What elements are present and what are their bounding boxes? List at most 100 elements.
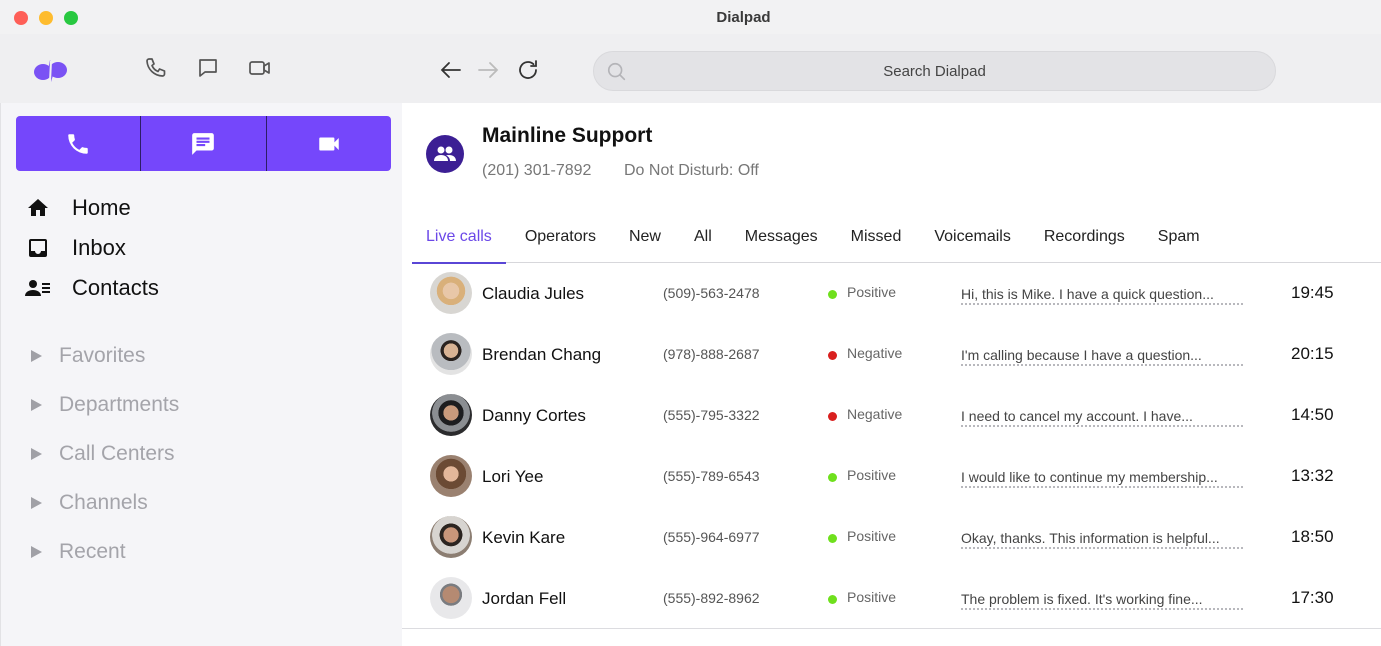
title-bar: Dialpad xyxy=(0,0,1381,34)
sidebar-item-inbox[interactable]: Inbox xyxy=(1,228,402,268)
sidebar-group-label: Departments xyxy=(59,392,180,416)
sidebar-item-contacts[interactable]: Contacts xyxy=(1,268,402,308)
call-duration: 19:45 xyxy=(1291,283,1334,302)
sidebar-group-label: Channels xyxy=(59,490,148,514)
avatar xyxy=(430,516,472,558)
sidebar-group-favorites[interactable]: Favorites xyxy=(1,331,402,380)
sentiment-label: Negative xyxy=(847,406,903,422)
home-icon xyxy=(25,195,51,221)
caller-name: Claudia Jules xyxy=(482,284,585,303)
message-button[interactable] xyxy=(140,116,265,171)
caret-right-icon xyxy=(31,545,42,558)
search-icon xyxy=(607,62,626,81)
avatar xyxy=(430,333,472,375)
do-not-disturb-status[interactable]: Do Not Disturb: Off xyxy=(624,162,759,180)
sidebar-group-label: Recent xyxy=(59,539,126,563)
call-row[interactable]: Danny Cortes (555)-795-3322 Negative I n… xyxy=(402,385,1381,446)
call-row[interactable]: Claudia Jules (509)-563-2478 Positive Hi… xyxy=(402,263,1381,324)
sidebar-item-label: Inbox xyxy=(72,235,126,260)
phone-icon xyxy=(68,133,88,154)
tab-recordings[interactable]: Recordings xyxy=(1030,216,1139,263)
call-button[interactable] xyxy=(16,116,140,171)
caret-right-icon xyxy=(31,398,42,411)
transcript-snippet[interactable]: I would like to continue my membership..… xyxy=(961,469,1243,488)
caret-right-icon xyxy=(31,447,42,460)
call-row[interactable]: Kevin Kare (555)-964-6977 Positive Okay,… xyxy=(402,507,1381,568)
caller-phone: (555)-892-8962 xyxy=(663,590,760,606)
list-divider xyxy=(402,628,1381,629)
forward-arrow-icon[interactable] xyxy=(476,58,500,82)
transcript-snippet[interactable]: Okay, thanks. This information is helpfu… xyxy=(961,530,1243,549)
sidebar-group-call-centers[interactable]: Call Centers xyxy=(1,429,402,478)
transcript-snippet[interactable]: Hi, this is Mike. I have a quick questio… xyxy=(961,286,1243,305)
sentiment-label: Negative xyxy=(847,345,903,361)
sidebar-item-label: Contacts xyxy=(72,275,159,300)
refresh-icon[interactable] xyxy=(516,58,540,82)
search-input[interactable] xyxy=(634,52,1235,90)
tab-spam[interactable]: Spam xyxy=(1144,216,1214,263)
call-row[interactable]: Jordan Fell (555)-892-8962 Positive The … xyxy=(402,568,1381,629)
tab-missed[interactable]: Missed xyxy=(837,216,916,263)
avatar xyxy=(430,272,472,314)
tab-operators[interactable]: Operators xyxy=(511,216,610,263)
video-button[interactable] xyxy=(265,116,391,171)
sentiment-dot xyxy=(828,412,837,421)
transcript-snippet[interactable]: The problem is fixed. It's working fine.… xyxy=(961,591,1243,610)
caret-right-icon xyxy=(31,496,42,509)
message-icon xyxy=(192,132,215,155)
sentiment-dot xyxy=(828,534,837,543)
transcript-snippet[interactable]: I need to cancel my account. I have... xyxy=(961,408,1243,427)
sidebar-group-recent[interactable]: Recent xyxy=(1,527,402,576)
video-icon[interactable] xyxy=(248,56,272,80)
live-calls-list: Claudia Jules (509)-563-2478 Positive Hi… xyxy=(402,263,1381,629)
search-bar[interactable] xyxy=(593,51,1276,91)
call-duration: 13:32 xyxy=(1291,466,1334,485)
call-row[interactable]: Brendan Chang (978)-888-2687 Negative I'… xyxy=(402,324,1381,385)
sentiment-dot xyxy=(828,473,837,482)
sidebar-item-home[interactable]: Home xyxy=(1,188,402,228)
caller-phone: (509)-563-2478 xyxy=(663,285,760,301)
sidebar-item-label: Home xyxy=(72,195,131,220)
call-row[interactable]: Lori Yee (555)-789-6543 Positive I would… xyxy=(402,446,1381,507)
header-phone-number: (201) 301-7892 xyxy=(482,162,592,179)
caller-name: Danny Cortes xyxy=(482,406,586,425)
call-duration: 18:50 xyxy=(1291,527,1334,546)
group-icon xyxy=(434,146,456,161)
caller-phone: (978)-888-2687 xyxy=(663,346,760,362)
caller-name: Lori Yee xyxy=(482,467,544,486)
caller-name: Jordan Fell xyxy=(482,589,567,608)
back-arrow-icon[interactable] xyxy=(439,58,463,82)
tab-voicemails[interactable]: Voicemails xyxy=(920,216,1024,263)
primary-nav: Home Inbox Contacts xyxy=(1,188,402,308)
caller-phone: (555)-964-6977 xyxy=(663,529,760,545)
group-avatar xyxy=(426,135,464,173)
sentiment-dot xyxy=(828,290,837,299)
sidebar-groups: Favorites Departments Call Centers Chann… xyxy=(1,331,402,576)
avatar xyxy=(430,455,472,497)
sentiment-label: Positive xyxy=(847,589,897,605)
sidebar: Home Inbox Contacts Favorites Department… xyxy=(0,103,402,646)
sentiment-label: Positive xyxy=(847,528,897,544)
inbox-icon xyxy=(25,235,51,261)
sentiment-label: Positive xyxy=(847,467,897,483)
sidebar-group-departments[interactable]: Departments xyxy=(1,380,402,429)
phone-icon[interactable] xyxy=(144,56,168,80)
tab-messages[interactable]: Messages xyxy=(731,216,832,263)
caller-phone: (555)-795-3322 xyxy=(663,407,760,423)
tab-all[interactable]: All xyxy=(680,216,726,263)
caret-right-icon xyxy=(31,349,42,362)
caller-name: Brendan Chang xyxy=(482,345,602,364)
message-icon[interactable] xyxy=(196,56,220,80)
sidebar-group-label: Favorites xyxy=(59,343,146,367)
avatar xyxy=(430,394,472,436)
contacts-icon xyxy=(25,275,51,301)
toolbar xyxy=(0,34,1381,103)
caller-name: Kevin Kare xyxy=(482,528,566,547)
tab-new[interactable]: New xyxy=(615,216,675,263)
transcript-snippet[interactable]: I'm calling because I have a question... xyxy=(961,347,1243,366)
call-duration: 17:30 xyxy=(1291,588,1334,607)
window-title: Dialpad xyxy=(716,9,771,26)
tab-live-calls[interactable]: Live calls xyxy=(412,216,506,264)
sentiment-dot xyxy=(828,595,837,604)
sidebar-group-channels[interactable]: Channels xyxy=(1,478,402,527)
